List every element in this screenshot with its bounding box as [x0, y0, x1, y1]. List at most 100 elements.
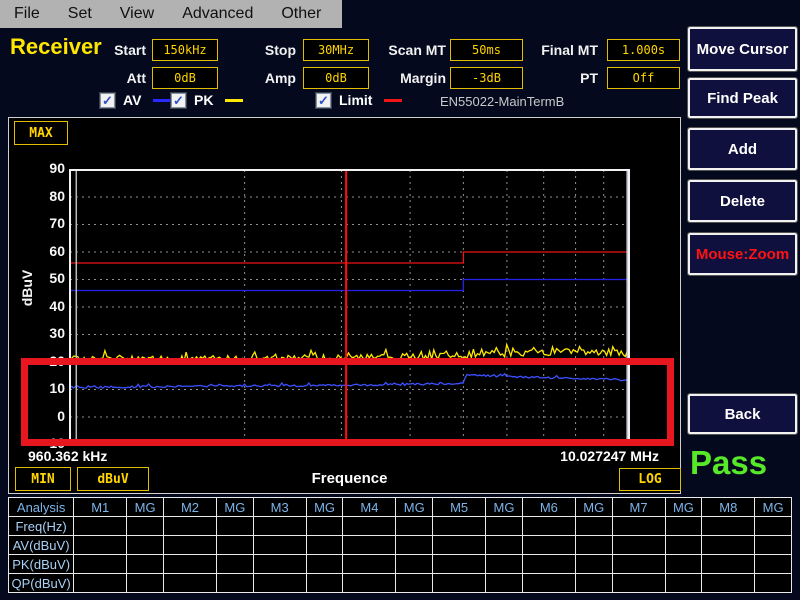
table-cell	[253, 555, 306, 574]
start-field[interactable]: 150kHz	[152, 39, 218, 61]
table-cell	[163, 517, 216, 536]
check-icon: ✓	[173, 94, 184, 107]
table-cell	[127, 536, 164, 555]
table-header-m3: M3	[253, 498, 306, 517]
start-label: Start	[96, 42, 146, 58]
row-label-freq-hz-: Freq(Hz)	[9, 517, 74, 536]
pt-label: PT	[528, 70, 598, 86]
table-cell	[127, 555, 164, 574]
y-tick-80: 80	[35, 188, 65, 204]
amp-label: Amp	[248, 70, 296, 86]
x-start-frequency: 960.362 kHz	[28, 448, 107, 464]
table-cell	[216, 574, 253, 593]
table-header-mg: MG	[755, 498, 792, 517]
marker-table: AnalysisM1MGM2MGM3MGM4MGM5MGM6MGM7MGM8MG…	[8, 497, 792, 593]
pk-trace-toggle[interactable]: ✓ PK	[171, 91, 243, 109]
table-cell	[755, 555, 792, 574]
table-cell	[396, 555, 433, 574]
table-cell	[127, 517, 164, 536]
unit-button[interactable]: dBuV	[77, 467, 149, 491]
table-header-m1: M1	[74, 498, 127, 517]
table-cell	[575, 555, 612, 574]
pk-label: PK	[194, 92, 213, 108]
add-button[interactable]: Add	[688, 128, 797, 170]
pass-status: Pass	[690, 444, 767, 482]
y-tick-40: 40	[35, 298, 65, 314]
av-trace-toggle[interactable]: ✓ AV	[100, 91, 171, 109]
table-cell	[343, 555, 396, 574]
min-button[interactable]: MIN	[15, 467, 71, 491]
table-cell	[74, 555, 127, 574]
table-cell	[575, 517, 612, 536]
table-cell	[665, 536, 702, 555]
find-peak-button[interactable]: Find Peak	[688, 78, 797, 118]
chart-panel: MAX dBuV 9080706050403020100-10 960.362 …	[8, 117, 681, 494]
limit-checkbox[interactable]: ✓	[316, 93, 331, 108]
table-header-mg: MG	[306, 498, 343, 517]
limit-standard-label: EN55022-MainTermB	[440, 94, 564, 109]
table-cell	[343, 536, 396, 555]
table-header-m8: M8	[702, 498, 755, 517]
pk-color-swatch	[225, 99, 243, 102]
table-cell	[216, 536, 253, 555]
page-title: Receiver	[10, 34, 102, 60]
menu-view[interactable]: View	[106, 5, 168, 23]
table-cell	[702, 555, 755, 574]
table-cell	[665, 574, 702, 593]
menu-other[interactable]: Other	[267, 5, 335, 23]
table-cell	[343, 517, 396, 536]
table-cell	[665, 517, 702, 536]
move-cursor-button[interactable]: Move Cursor	[688, 27, 797, 71]
table-cell	[433, 555, 486, 574]
table-cell	[216, 517, 253, 536]
limit-toggle[interactable]: ✓ Limit	[316, 91, 402, 109]
check-icon: ✓	[102, 94, 113, 107]
table-cell	[253, 536, 306, 555]
table-cell	[702, 517, 755, 536]
menu-bar: FileSetViewAdvancedOther	[0, 0, 342, 28]
final-mt-label: Final MT	[528, 42, 598, 58]
att-field[interactable]: 0dB	[152, 67, 218, 89]
mouse-zoom-button[interactable]: Mouse:Zoom	[688, 233, 797, 275]
table-cell	[486, 555, 523, 574]
table-cell	[522, 536, 575, 555]
amp-field[interactable]: 0dB	[303, 67, 369, 89]
margin-field[interactable]: -3dB	[450, 67, 523, 89]
stop-label: Stop	[248, 42, 296, 58]
table-cell	[486, 574, 523, 593]
table-header-mg: MG	[127, 498, 164, 517]
margin-label: Margin	[376, 70, 446, 86]
table-cell	[522, 555, 575, 574]
table-header-mg: MG	[396, 498, 433, 517]
log-scale-button[interactable]: LOG	[619, 468, 681, 491]
table-cell	[522, 574, 575, 593]
table-header-m2: M2	[163, 498, 216, 517]
final-mt-field[interactable]: 1.000s	[607, 39, 680, 61]
scan-mt-field[interactable]: 50ms	[450, 39, 523, 61]
table-cell	[486, 517, 523, 536]
table-cell	[433, 536, 486, 555]
table-cell	[612, 574, 665, 593]
av-checkbox[interactable]: ✓	[100, 93, 115, 108]
pt-field[interactable]: Off	[607, 67, 680, 89]
table-cell	[612, 517, 665, 536]
menu-advanced[interactable]: Advanced	[168, 5, 267, 23]
receiver-screen: FileSetViewAdvancedOther Receiver Start …	[0, 0, 800, 600]
table-cell	[755, 536, 792, 555]
menu-set[interactable]: Set	[54, 5, 106, 23]
pk-checkbox[interactable]: ✓	[171, 93, 186, 108]
av-color-swatch	[153, 99, 171, 102]
table-header-analysis: Analysis	[9, 498, 74, 517]
table-cell	[343, 574, 396, 593]
stop-field[interactable]: 30MHz	[303, 39, 369, 61]
y-tick-90: 90	[35, 160, 65, 176]
zoom-selection-rectangle	[21, 358, 674, 446]
delete-button[interactable]: Delete	[688, 180, 797, 222]
menu-file[interactable]: File	[0, 5, 54, 23]
back-button[interactable]: Back	[688, 394, 797, 434]
table-cell	[702, 536, 755, 555]
max-button[interactable]: MAX	[14, 121, 68, 145]
table-header-mg: MG	[486, 498, 523, 517]
table-cell	[755, 517, 792, 536]
table-cell	[575, 574, 612, 593]
